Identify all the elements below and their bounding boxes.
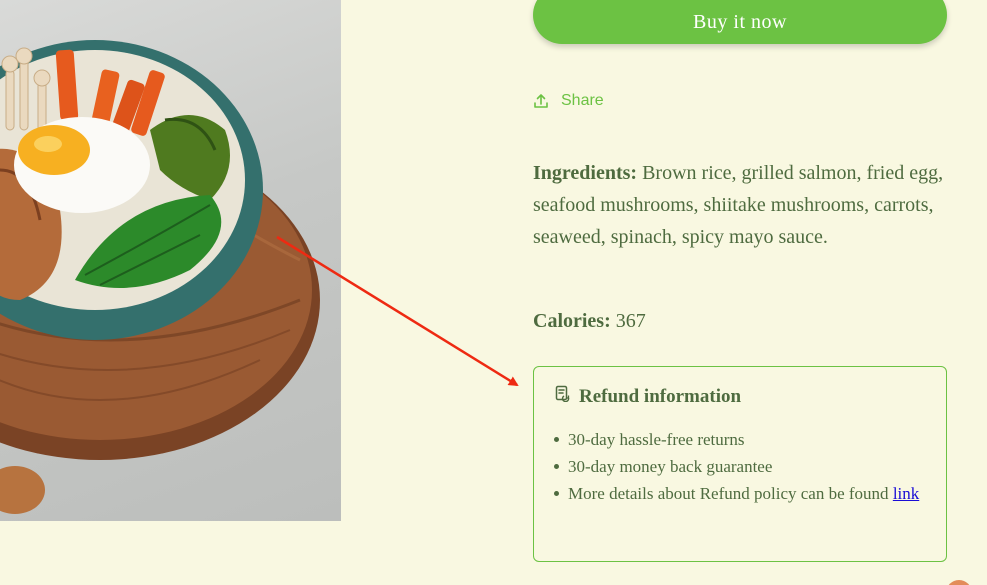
refund-title: Refund information	[579, 385, 742, 407]
refund-policy-link[interactable]: link	[893, 484, 919, 503]
calories-text: Calories: 367	[533, 305, 646, 337]
product-image	[0, 0, 341, 521]
list-item: 30-day hassle-free returns	[554, 426, 926, 453]
upload-share-icon	[533, 93, 549, 109]
share-label: Share	[561, 92, 604, 109]
calories-value: 367	[615, 310, 646, 332]
list-item: More details about Refund policy can be …	[554, 480, 926, 507]
list-item: 30-day money back guarantee	[554, 453, 926, 480]
refund-list: 30-day hassle-free returns 30-day money …	[554, 426, 926, 507]
refund-header: Refund information	[554, 385, 926, 408]
receipt-refund-icon	[554, 385, 571, 408]
buy-now-button[interactable]: Buy it now	[533, 0, 947, 44]
ingredients-text: Ingredients: Brown rice, grilled salmon,…	[533, 157, 953, 253]
food-bowl-illustration	[0, 40, 320, 514]
wooden-spoon	[0, 466, 45, 514]
corner-badge	[946, 580, 972, 585]
share-link[interactable]: Share	[533, 89, 604, 113]
calories-label: Calories:	[533, 310, 611, 332]
ingredients-label: Ingredients:	[533, 162, 638, 184]
refund-details-text: More details about Refund policy can be …	[568, 484, 889, 503]
refund-info-box: Refund information 30-day hassle-free re…	[533, 366, 947, 562]
